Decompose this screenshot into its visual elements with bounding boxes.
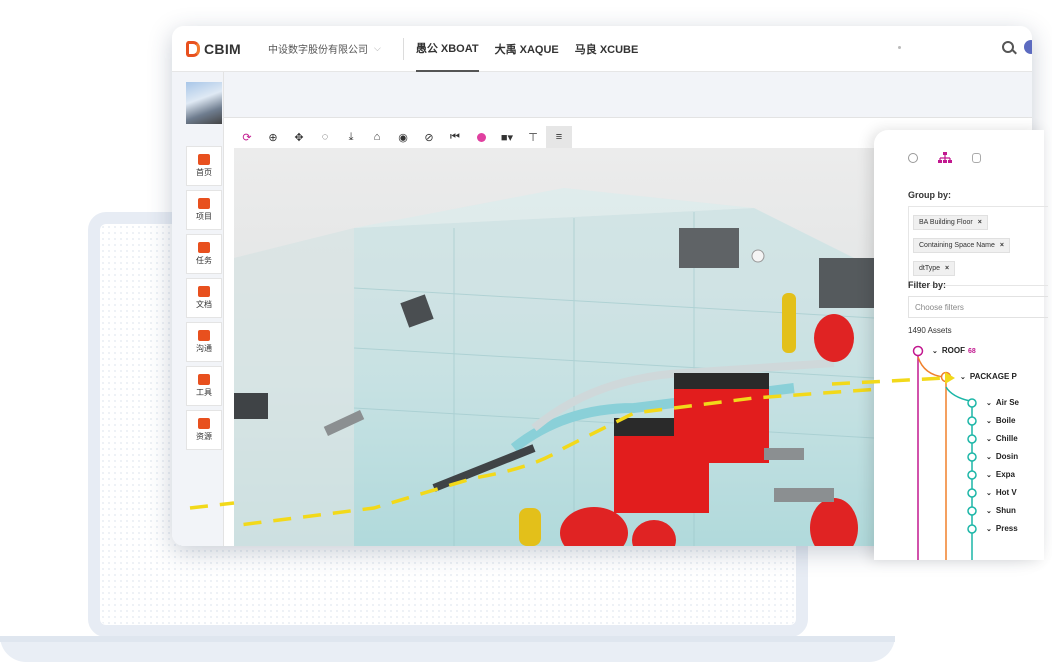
- marketing-stage: CBIM 中设数字股份有限公司 ⌵ 愚公 XBOAT 大禹 XAQUE 马良 X…: [0, 0, 1052, 665]
- route-overlay: [189, 372, 955, 510]
